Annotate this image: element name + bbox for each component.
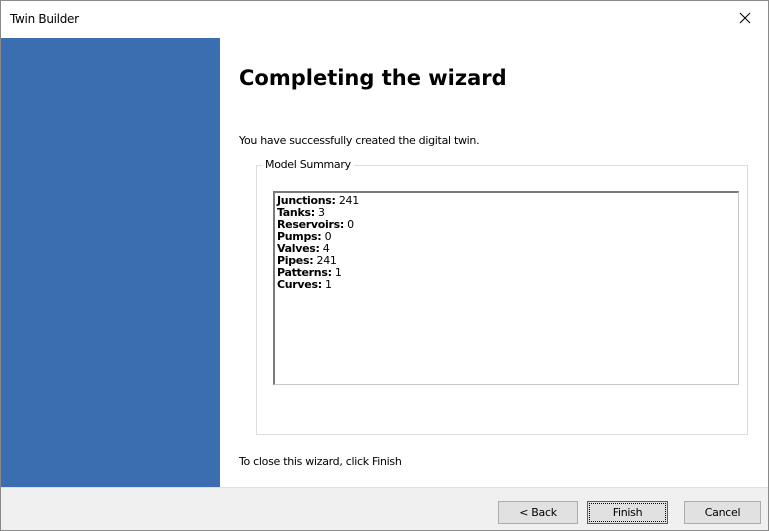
- summary-value: 241: [338, 194, 359, 207]
- button-bar: < Back Finish Cancel: [1, 487, 768, 530]
- wizard-window: Twin Builder Completing the wizard You h…: [0, 0, 769, 531]
- back-button[interactable]: < Back: [498, 501, 578, 524]
- window-title: Twin Builder: [10, 12, 79, 26]
- summary-value: 0: [347, 218, 354, 231]
- summary-line-patterns: Patterns: 1: [277, 267, 738, 279]
- summary-line-reservoirs: Reservoirs: 0: [277, 219, 738, 231]
- finish-button[interactable]: Finish: [587, 501, 668, 524]
- close-button[interactable]: [724, 1, 768, 38]
- model-summary-box[interactable]: Junctions: 241 Tanks: 3 Reservoirs: 0 Pu…: [273, 191, 739, 385]
- wizard-content: Completing the wizard You have successfu…: [220, 38, 768, 487]
- finish-instruction: To close this wizard, click Finish: [239, 455, 402, 468]
- summary-line-junctions: Junctions: 241: [277, 195, 738, 207]
- summary-line-curves: Curves: 1: [277, 279, 738, 291]
- finish-button-label: Finish: [589, 503, 666, 522]
- success-message: You have successfully created the digita…: [239, 134, 480, 147]
- cancel-button[interactable]: Cancel: [684, 501, 761, 524]
- close-icon: [739, 12, 751, 24]
- model-summary-title: Model Summary: [262, 158, 354, 171]
- summary-line-valves: Valves: 4: [277, 243, 738, 255]
- title-bar: Twin Builder: [1, 1, 768, 38]
- summary-line-pumps: Pumps: 0: [277, 231, 738, 243]
- summary-label: Curves:: [277, 278, 322, 291]
- summary-value: 1: [334, 266, 342, 279]
- wizard-side-panel: [1, 38, 220, 487]
- summary-line-pipes: Pipes: 241: [277, 255, 738, 267]
- page-title: Completing the wizard: [239, 66, 507, 90]
- summary-value: 1: [325, 278, 332, 291]
- model-summary-group: Model Summary Junctions: 241 Tanks: 3 Re…: [256, 158, 748, 435]
